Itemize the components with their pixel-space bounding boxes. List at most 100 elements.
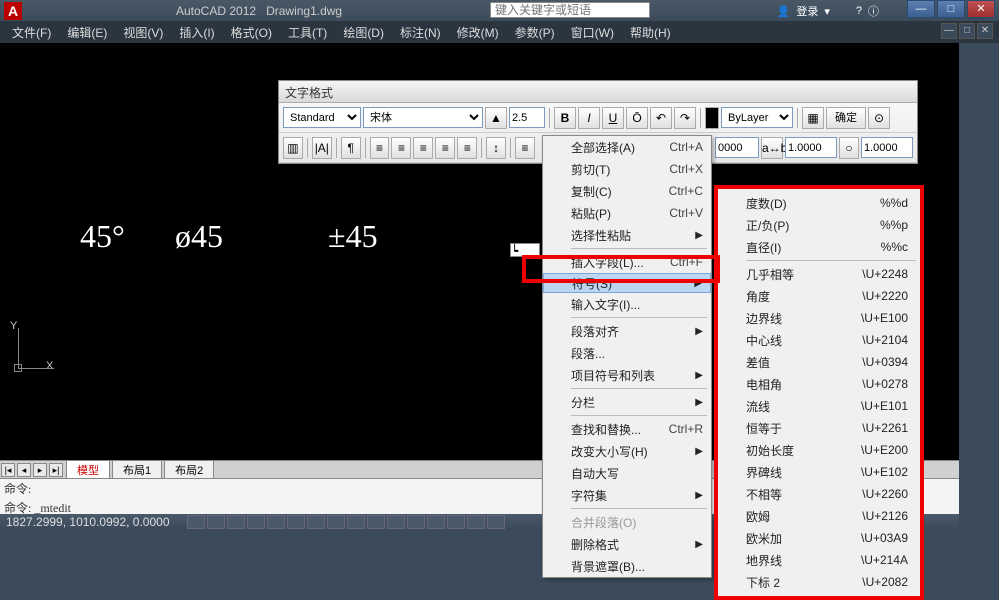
tab-layout1[interactable]: 布局1 [112,460,162,480]
align-right-button[interactable]: ≡ [413,137,433,159]
status-toggle[interactable] [267,515,285,529]
tab-model[interactable]: 模型 [66,460,110,480]
context-menu-item[interactable]: 背景遮罩(B)... [543,555,711,577]
status-toggle[interactable] [427,515,445,529]
context-menu-item[interactable]: 改变大小写(H)▶ [543,440,711,462]
color-swatch[interactable] [705,107,719,129]
menu-item[interactable]: 标注(N) [392,21,449,44]
undo-button[interactable]: ↶ [650,107,672,129]
symbol-menu-item[interactable]: 初始长度\U+E200 [718,439,920,461]
italic-button[interactable]: I [578,107,600,129]
symbol-menu-item[interactable]: 界碑线\U+E102 [718,461,920,483]
font-select[interactable]: 宋体 [363,107,483,128]
context-menu-item[interactable]: 插入字段(L)...Ctrl+F [543,251,711,273]
align-left-button[interactable]: ≡ [370,137,390,159]
symbol-menu-item[interactable]: 度数(D)%%d [718,192,920,214]
symbol-menu-item[interactable]: 中心线\U+2104 [718,329,920,351]
mtext-justify-button[interactable]: |A| [312,137,332,159]
paragraph-button[interactable]: ¶ [341,137,361,159]
status-toggle[interactable] [487,515,505,529]
oblique-input[interactable] [715,137,759,158]
options-button[interactable]: ⊙ [868,107,890,129]
overline-button[interactable]: Ō [626,107,648,129]
menu-item[interactable]: 工具(T) [280,21,335,44]
help-icon[interactable]: ? [856,5,862,17]
status-toggle[interactable] [347,515,365,529]
info-icon[interactable]: ⓘ [868,3,879,19]
app-logo[interactable]: A [4,2,22,20]
context-menu-item[interactable]: 全部选择(A)Ctrl+A [543,136,711,158]
line-spacing-button[interactable]: ↕ [486,137,506,159]
status-toggle[interactable] [327,515,345,529]
status-toggle[interactable] [467,515,485,529]
status-toggle[interactable] [387,515,405,529]
width-factor-input[interactable] [861,137,913,158]
menu-item[interactable]: 帮助(H) [622,21,679,44]
symbol-menu-item[interactable]: 电相角\U+0278 [718,373,920,395]
menu-item[interactable]: 文件(F) [4,21,59,44]
symbol-menu-item[interactable]: 恒等于\U+2261 [718,417,920,439]
context-menu-item[interactable]: 输入文字(I)... [543,293,711,315]
context-menu-item[interactable]: 复制(C)Ctrl+C [543,180,711,202]
context-menu-item[interactable]: 段落... [543,342,711,364]
symbol-menu-item[interactable]: 流线\U+E101 [718,395,920,417]
status-toggle[interactable] [307,515,325,529]
context-menu-item[interactable]: 选择性粘贴▶ [543,224,711,246]
context-menu-item[interactable]: 段落对齐▶ [543,320,711,342]
menu-item[interactable]: 插入(I) [171,21,222,44]
columns-button[interactable]: ▥ [283,137,303,159]
underline-button[interactable]: U [602,107,624,129]
context-menu-item[interactable]: 项目符号和列表▶ [543,364,711,386]
menu-item[interactable]: 绘图(D) [335,21,392,44]
context-menu-item[interactable]: 删除格式▶ [543,533,711,555]
tab-first-button[interactable]: |◂ [1,463,15,477]
status-toggle[interactable] [447,515,465,529]
style-select[interactable]: Standard [283,107,361,128]
menu-item[interactable]: 格式(O) [223,21,280,44]
align-justify-button[interactable]: ≡ [435,137,455,159]
tracking-input[interactable] [785,137,837,158]
text-height-input[interactable] [509,107,545,128]
symbol-menu-item[interactable]: 正/负(P)%%p [718,214,920,236]
context-menu-item[interactable]: 合并段落(O) [543,511,711,533]
close-button[interactable]: ✕ [967,0,995,18]
menu-item[interactable]: 编辑(E) [59,21,115,44]
bold-button[interactable]: B [554,107,576,129]
status-toggle[interactable] [287,515,305,529]
symbol-menu-item[interactable]: 边界线\U+E100 [718,307,920,329]
search-input[interactable] [490,2,650,18]
symbol-menu-item[interactable]: 几乎相等\U+2248 [718,263,920,285]
symbol-menu-item[interactable]: 地界线\U+214A [718,549,920,571]
ok-button[interactable]: 确定 [826,107,866,129]
doc-close-button[interactable]: ✕ [977,23,993,39]
status-toggle[interactable] [367,515,385,529]
redo-button[interactable]: ↷ [674,107,696,129]
menu-item[interactable]: 修改(M) [449,21,507,44]
tab-layout2[interactable]: 布局2 [164,460,214,480]
numbering-button[interactable]: ≡ [515,137,535,159]
symbol-menu-item[interactable]: 角度\U+2220 [718,285,920,307]
context-menu-item[interactable]: 粘贴(P)Ctrl+V [543,202,711,224]
context-menu-item[interactable]: 分栏▶ [543,391,711,413]
menu-item[interactable]: 参数(P) [507,21,563,44]
minimize-button[interactable]: — [907,0,935,18]
symbol-menu-item[interactable]: 欧姆\U+2126 [718,505,920,527]
tab-last-button[interactable]: ▸| [49,463,63,477]
tab-next-button[interactable]: ▸ [33,463,47,477]
align-distribute-button[interactable]: ≡ [457,137,477,159]
ruler-button[interactable]: ▦ [802,107,824,129]
symbol-menu-item[interactable]: 下标 2\U+2082 [718,571,920,593]
status-toggle[interactable] [187,515,205,529]
context-menu-item[interactable]: 查找和替换...Ctrl+R [543,418,711,440]
context-menu-item[interactable]: 自动大写 [543,462,711,484]
doc-minimize-button[interactable]: — [941,23,957,39]
symbol-menu-item[interactable]: 直径(I)%%c [718,236,920,258]
status-toggle[interactable] [407,515,425,529]
menu-item[interactable]: 视图(V) [115,21,171,44]
status-toggle[interactable] [207,515,225,529]
annotative-icon[interactable]: ▲ [485,107,507,129]
status-toggle[interactable] [247,515,265,529]
layer-select[interactable]: ByLayer [721,107,793,128]
align-center-button[interactable]: ≡ [391,137,411,159]
symbol-menu-item[interactable]: 欧米加\U+03A9 [718,527,920,549]
